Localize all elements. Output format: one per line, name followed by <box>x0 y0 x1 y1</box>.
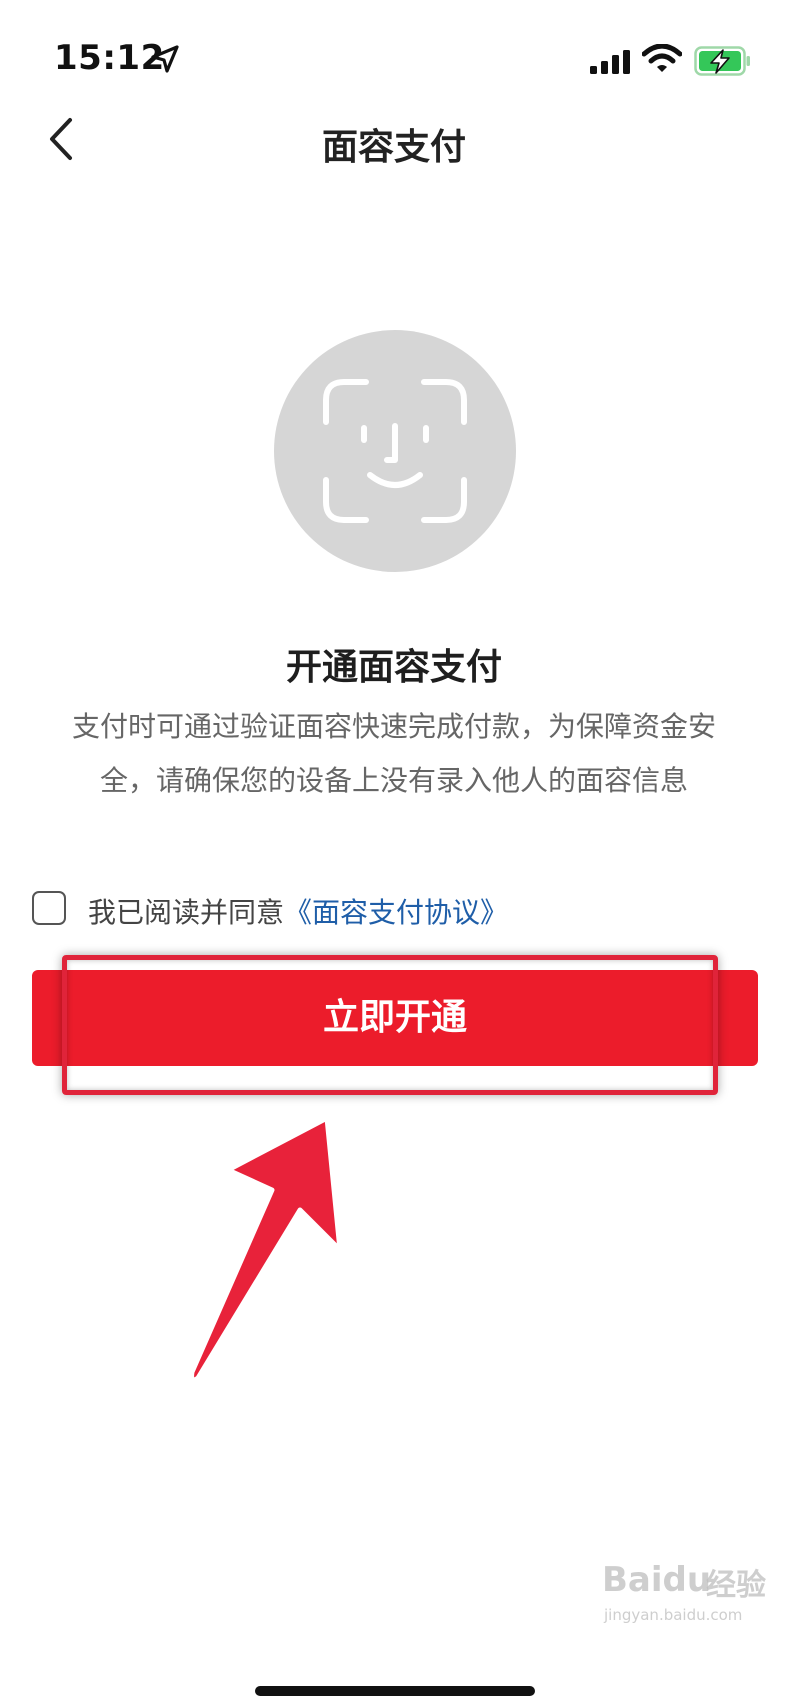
agreement-text: 我已阅读并同意《面容支付协议》 <box>88 891 508 931</box>
home-indicator[interactable] <box>255 1686 535 1696</box>
location-arrow-icon <box>151 45 179 73</box>
open-now-button[interactable]: 立即开通 <box>32 970 758 1066</box>
face-id-illustration <box>274 330 516 572</box>
wifi-icon <box>642 44 682 72</box>
description-line: 全，请确保您的设备上没有录入他人的面容信息 <box>99 764 688 797</box>
description: 支付时可通过验证面容快速完成付款，为保障资金安 全，请确保您的设备上没有录入他人… <box>50 700 738 808</box>
description-line: 支付时可通过验证面容快速完成付款，为保障资金安 <box>71 710 716 743</box>
agreement-row: 我已阅读并同意《面容支付协议》 <box>32 885 732 935</box>
heading: 开通面容支付 <box>285 647 502 688</box>
face-id-icon <box>323 379 467 523</box>
nav-bar: 面容支付 <box>0 100 788 180</box>
annotation-arrow-icon <box>189 1115 343 1383</box>
status-time: 15:12 <box>54 38 165 78</box>
signal-icon <box>590 50 630 74</box>
page-title: 面容支付 <box>321 127 466 168</box>
agreement-link[interactable]: 《面容支付协议》 <box>284 896 508 929</box>
agree-checkbox[interactable] <box>32 891 66 925</box>
watermark-logo: Baidu 经验 jingyan.baidu.com <box>602 1560 766 1624</box>
battery-charging-icon <box>694 46 750 76</box>
agreement-prefix: 我已阅读并同意 <box>88 896 285 929</box>
